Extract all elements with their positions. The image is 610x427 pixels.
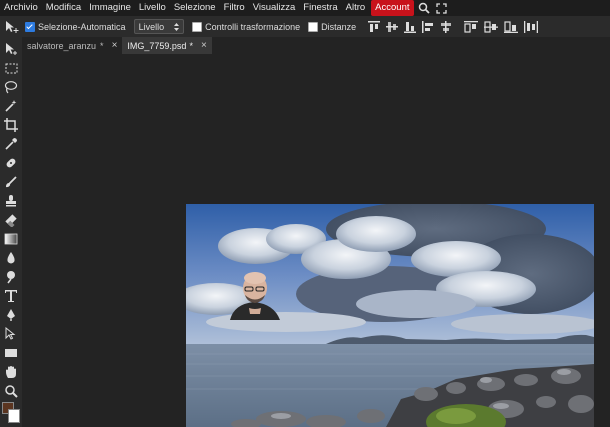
menu-visualizza[interactable]: Visualizza [249, 0, 300, 16]
pen-tool-icon[interactable] [2, 307, 20, 323]
zoom-tool-icon[interactable] [2, 383, 20, 399]
updown-arrows-icon [174, 22, 180, 31]
align-bottom-edges-icon[interactable] [404, 21, 417, 33]
background-color-swatch[interactable] [8, 409, 20, 423]
layer-select-value: Livello [138, 21, 165, 32]
marquee-tool-icon[interactable] [2, 60, 20, 76]
options-bar: Selezione-Automatica Livello Controlli t… [0, 16, 610, 38]
tab-label: IMG_7759.psd [127, 40, 187, 51]
move-tool-preset-icon[interactable] [3, 19, 21, 35]
auto-select-option[interactable]: Selezione-Automatica [25, 21, 126, 32]
transform-controls-option[interactable]: Controlli trasformazione [192, 21, 301, 32]
transform-controls-label: Controlli trasformazione [205, 21, 301, 32]
distribute-bottom-icon[interactable] [504, 20, 519, 33]
eraser-tool-icon[interactable] [2, 212, 20, 228]
menu-archivio[interactable]: Archivio [0, 0, 42, 16]
seascape-photo [186, 204, 594, 427]
brush-tool-icon[interactable] [2, 174, 20, 190]
distances-label: Distanze [321, 21, 357, 32]
document-tabs: salvatore_aranzu * × IMG_7759.psd * × [22, 37, 610, 54]
menu-immagine[interactable]: Immagine [85, 0, 135, 16]
menu-selezione[interactable]: Selezione [170, 0, 220, 16]
distribute-top-icon[interactable] [464, 20, 479, 33]
menu-livello[interactable]: Livello [135, 0, 170, 16]
menu-finestra[interactable]: Finestra [299, 0, 341, 16]
eyedropper-icon[interactable] [2, 136, 20, 152]
menu-modifica[interactable]: Modifica [42, 0, 85, 16]
healing-brush-icon[interactable] [2, 155, 20, 171]
fullscreen-icon[interactable] [434, 0, 450, 16]
document-canvas[interactable] [186, 204, 594, 427]
distribute-horizontal-icon[interactable] [524, 20, 539, 33]
account-button[interactable]: Account [371, 0, 414, 16]
distances-option[interactable]: Distanze [308, 21, 357, 32]
auto-select-label: Selezione-Automatica [38, 21, 126, 32]
tools-panel [0, 37, 22, 427]
align-left-edges-icon[interactable] [422, 20, 434, 33]
path-selection-icon[interactable] [2, 326, 20, 342]
move-tool-icon[interactable] [2, 41, 20, 57]
tab-modified-marker: * [100, 40, 104, 51]
gradient-tool-icon[interactable] [2, 231, 20, 247]
clone-stamp-icon[interactable] [2, 193, 20, 209]
text-tool-icon[interactable] [2, 288, 20, 304]
search-icon[interactable] [416, 0, 432, 16]
close-icon[interactable]: × [201, 40, 207, 51]
tab-salvatore-aranzu[interactable]: salvatore_aranzu * × [22, 37, 122, 54]
tab-label: salvatore_aranzu [27, 40, 97, 51]
tab-modified-marker: * [189, 40, 193, 51]
align-top-edges-icon[interactable] [368, 20, 381, 33]
menu-altro[interactable]: Altro [342, 0, 370, 16]
align-horizontal-centers-icon[interactable] [440, 20, 452, 33]
layer-select-box[interactable]: Livello [133, 19, 185, 34]
menu-filtro[interactable]: Filtro [220, 0, 249, 16]
align-vertical-centers-icon[interactable] [386, 21, 399, 33]
lasso-tool-icon[interactable] [2, 79, 20, 95]
rectangle-shape-icon[interactable] [2, 345, 20, 361]
dodge-tool-icon[interactable] [2, 269, 20, 285]
menu-bar: Archivio Modifica Immagine Livello Selez… [0, 0, 610, 16]
tab-img-7759[interactable]: IMG_7759.psd * × [122, 37, 212, 54]
distribute-center-icon[interactable] [484, 20, 499, 33]
layer-select[interactable]: Livello [133, 19, 185, 34]
transform-controls-checkbox[interactable] [192, 21, 203, 32]
hand-tool-icon[interactable] [2, 364, 20, 380]
distances-checkbox[interactable] [308, 21, 319, 32]
magic-wand-icon[interactable] [2, 98, 20, 114]
close-icon[interactable]: × [112, 40, 118, 51]
blur-tool-icon[interactable] [2, 250, 20, 266]
crop-tool-icon[interactable] [2, 117, 20, 133]
auto-select-checkbox[interactable] [25, 21, 35, 32]
